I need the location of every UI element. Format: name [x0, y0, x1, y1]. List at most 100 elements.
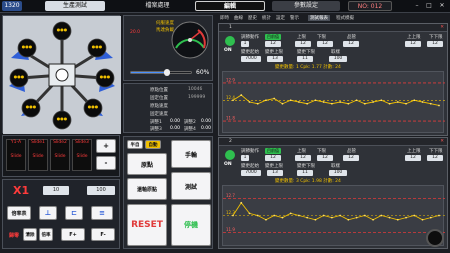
trend-point	[380, 99, 383, 102]
trend-point	[380, 214, 383, 217]
monitor-1-upper-value[interactable]: 12	[295, 41, 311, 47]
monitor-1-index: 1	[229, 25, 232, 30]
monitor-2-close-icon[interactable]: ✕	[440, 139, 444, 144]
mode-semi-auto-button[interactable]: 半自	[127, 140, 143, 149]
monitor-2-current-value[interactable]: 12	[265, 155, 281, 161]
trend-point	[232, 99, 234, 102]
monitor-2-lower-value[interactable]: 12	[317, 155, 333, 161]
monitor-1-start-value[interactable]: 7000	[241, 56, 261, 62]
tab-edit[interactable]: 編輯	[195, 1, 265, 11]
monitor-2-upper-upper-value[interactable]: 12	[405, 155, 421, 161]
trend-point	[281, 216, 284, 219]
monitor-tab-simulation[interactable]: 程式模擬	[336, 15, 354, 21]
axis-tile-1[interactable]: Y1-A Slide	[6, 139, 26, 171]
axis-label-3: Slide2	[53, 140, 67, 145]
svg-text:●●●: ●●●	[57, 116, 68, 121]
monitor-1-header-2: 上限	[297, 35, 306, 40]
trend-point	[281, 102, 284, 105]
monitor-1-lower-value[interactable]: 12	[317, 41, 333, 47]
trend-point	[372, 101, 374, 103]
monitor-1-header-6: 下下限	[429, 35, 443, 40]
jog-step-input[interactable]: 10	[43, 186, 69, 195]
monitor-1-close-icon[interactable]: ✕	[440, 25, 444, 30]
minimize-button[interactable]: –	[412, 1, 422, 11]
monitor-2-start-value[interactable]: 7000	[241, 170, 261, 176]
trend-point	[339, 101, 342, 103]
lower-limit-label: 11.8	[226, 116, 235, 121]
close-button[interactable]: ✕	[437, 1, 447, 11]
tab-files[interactable]: 檔案處理	[130, 1, 185, 11]
clear-button[interactable]: 清除	[23, 228, 37, 241]
return-origin-button[interactable]: 還軸原點	[127, 178, 167, 200]
speed-slider-percent: 60%	[196, 69, 210, 76]
monitor-tab-realtime[interactable]: 即時	[220, 15, 229, 21]
rate-table-button[interactable]: 倍率表	[7, 206, 31, 220]
monitor-2-action-value[interactable]: 1	[241, 155, 249, 161]
align-stack-button[interactable]: ≡	[91, 206, 113, 220]
camera-indicator-icon[interactable]	[426, 229, 444, 247]
rate-button[interactable]: 倍率	[39, 228, 53, 241]
trend-point	[298, 214, 300, 217]
trend-point	[240, 94, 243, 96]
monitor-2-trend-chart: 12.7 11.9 12.3	[222, 185, 445, 246]
tab-production[interactable]: 生產測試	[45, 1, 105, 11]
monitor-1-change-lower-value[interactable]: 11	[297, 56, 313, 62]
axis-tile-2[interactable]: Slide1 Slide	[28, 139, 48, 171]
monitor-1-row2-label-3: 取樣	[331, 50, 340, 55]
axis-plus-button[interactable]: +	[96, 139, 116, 153]
reset-button[interactable]: RESET	[127, 204, 167, 246]
monitor-2-qc-value[interactable]: 12	[343, 155, 359, 161]
align-step-button[interactable]: ⊏	[65, 206, 83, 220]
monitor-2-upper-value[interactable]: 12	[295, 155, 311, 161]
monitor-1-sample-value[interactable]: 100	[329, 56, 347, 62]
monitor-2-header-6: 下下限	[429, 149, 443, 154]
mode-auto-button[interactable]: 自動	[145, 140, 161, 149]
monitor-1-row2-label-2: 變更下限	[297, 50, 315, 55]
stop-button[interactable]: 停機	[171, 204, 211, 246]
monitor-tab-report[interactable]: 測試報表	[308, 15, 330, 21]
origin-button[interactable]: 原點	[127, 153, 167, 175]
test-button[interactable]: 測試	[171, 172, 211, 200]
monitor-tab-history[interactable]: 歷史	[248, 15, 257, 21]
monitor-2-state: ON	[224, 162, 232, 167]
trend-point	[256, 214, 259, 217]
tab-params[interactable]: 參數設定	[272, 1, 340, 11]
monitor-2-lower-lower-value[interactable]: 12	[427, 155, 443, 161]
slide-label-3: Slide	[54, 154, 66, 159]
manual-wheel-button[interactable]: 手輪	[171, 140, 211, 168]
monitor-1-current-value[interactable]: 12	[265, 41, 281, 47]
speed-slider-thumb[interactable]	[164, 69, 170, 76]
maximize-button[interactable]: □	[424, 1, 434, 11]
monitor-1-lower-lower-value[interactable]: 12	[427, 41, 443, 47]
monitor-1-upper-upper-value[interactable]: 12	[405, 41, 421, 47]
monitor-2-change-upper-value[interactable]: 13	[267, 170, 283, 176]
monitor-tab-alerts[interactable]: 警示	[290, 15, 299, 21]
axis-minus-button[interactable]: -	[96, 156, 116, 170]
monitor-2-header-3: 下限	[317, 149, 326, 154]
f-minus-button[interactable]: F-	[91, 228, 115, 241]
monitor-2-status-line: 變更數量: 3 Cpk: 1.98 計數: 24	[275, 179, 341, 184]
jog-speed-input[interactable]: 100	[87, 186, 115, 195]
axis-tile-4[interactable]: Slide3 Slide	[72, 139, 92, 171]
axis-tile-3[interactable]: Slide2 Slide	[50, 139, 70, 171]
monitor-2-status-led	[225, 150, 235, 160]
trend-point	[306, 102, 309, 105]
monitor-tab-curve[interactable]: 曲線	[234, 15, 243, 21]
monitor-tab-stats[interactable]: 統計	[262, 15, 271, 21]
monitor-2-change-lower-value[interactable]: 11	[297, 170, 313, 176]
average-label: 12.4	[226, 95, 235, 100]
monitor-1-status-led	[225, 36, 235, 46]
monitor-1-row2-label-0: 變更起始	[241, 50, 259, 55]
trend-point	[289, 99, 292, 102]
monitor-1-change-upper-value[interactable]: 13	[267, 56, 283, 62]
monitor-1-action-value[interactable]: 1	[241, 41, 249, 47]
align-bottom-button[interactable]: ⊥	[39, 206, 57, 220]
f-plus-button[interactable]: F+	[61, 228, 85, 241]
monitor-tab-settings[interactable]: 設定	[276, 15, 285, 21]
monitor-card-2: 2 ✕ ON 調節動作 目前值 上限 下限 品管 上上限 下下限 1 12 12…	[218, 137, 448, 249]
trend-point	[405, 102, 407, 105]
monitor-1-qc-value[interactable]: 12	[343, 41, 359, 47]
monitor-2-sample-value[interactable]: 100	[329, 170, 347, 176]
trend-point	[265, 218, 267, 221]
speed-slider-track[interactable]	[130, 69, 192, 76]
